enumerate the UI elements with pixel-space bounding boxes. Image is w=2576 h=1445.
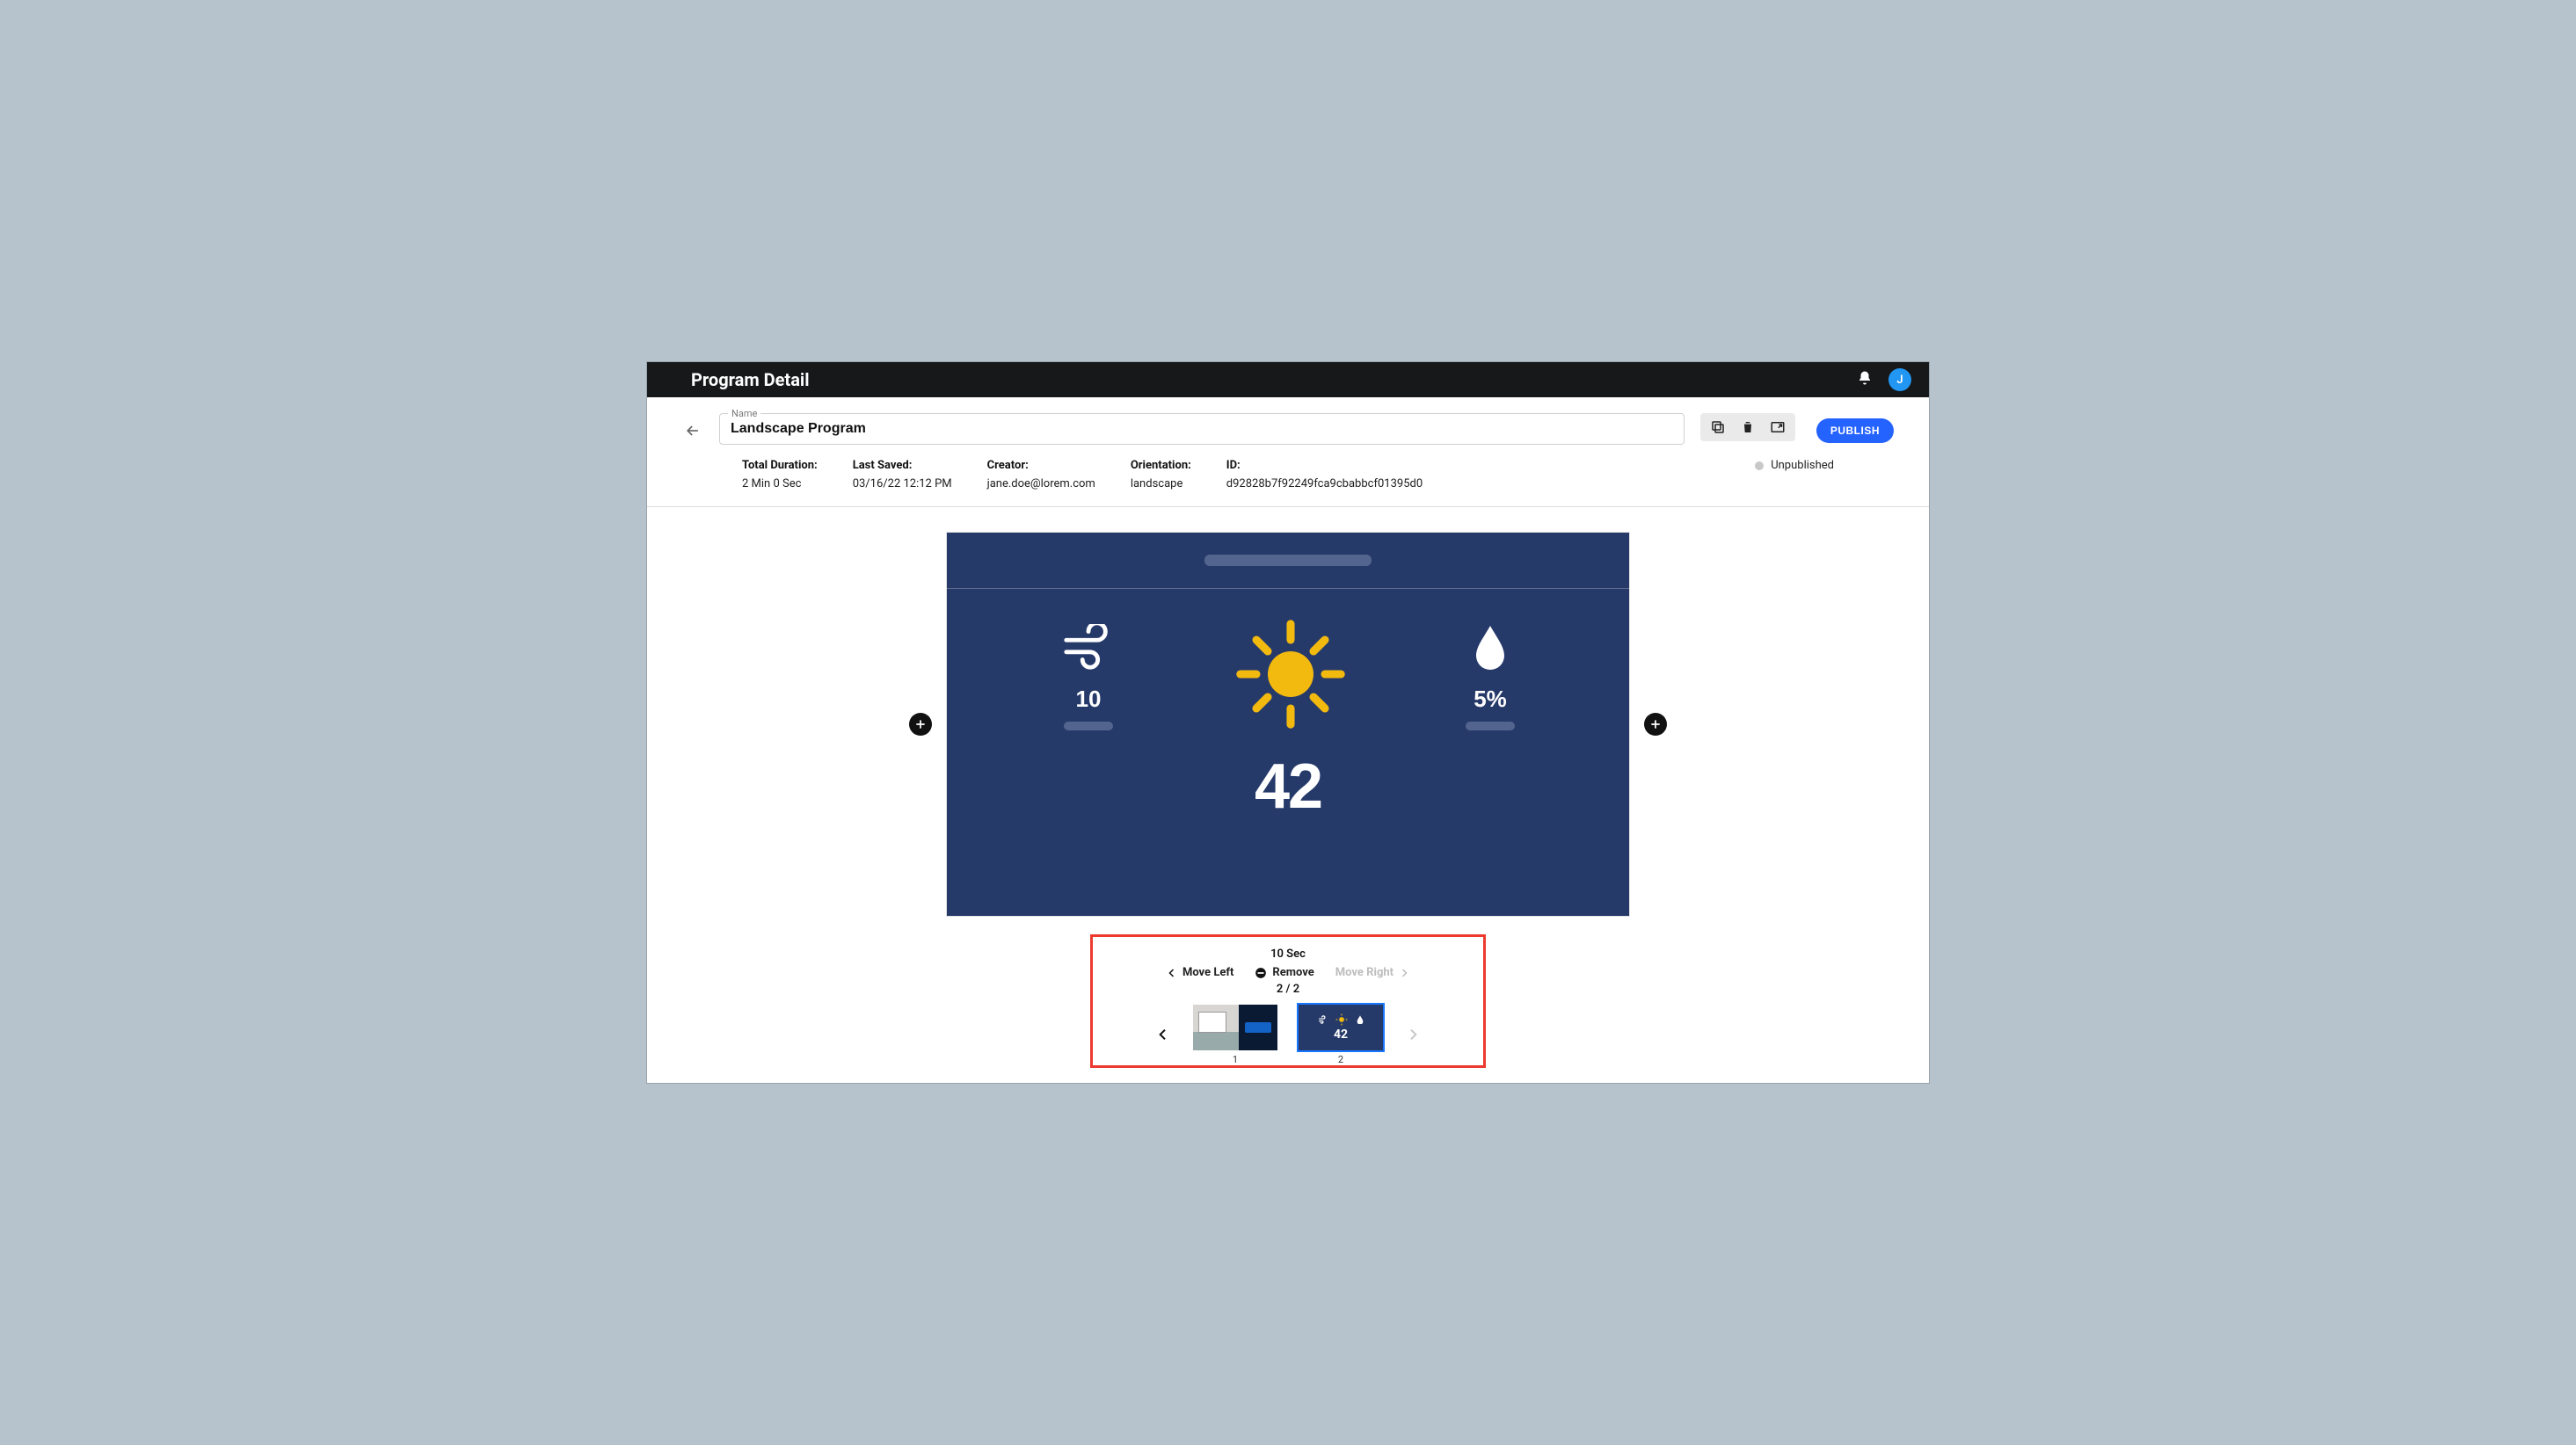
program-name-input[interactable] [719,413,1685,445]
fullscreen-button[interactable] [1765,415,1790,439]
thumbnail-2[interactable]: 42 2 [1297,1003,1385,1065]
main-area: 10 [647,507,1929,1083]
move-right-button: Move Right [1335,966,1409,979]
meta-creator: Creator: jane.doe@lorem.com [987,459,1095,490]
duplicate-button[interactable] [1706,415,1730,439]
meta-total-duration: Total Duration: 2 Min 0 Sec [742,459,818,490]
meta-orientation: Orientation: landscape [1131,459,1191,490]
sun-column [1233,617,1348,735]
humidity-column: 5% [1466,624,1515,730]
notifications-bell-icon[interactable] [1857,369,1873,390]
thumbnail-2-number: 2 [1338,1054,1343,1065]
slide-pager: 2 / 2 [1277,983,1299,996]
status-dot-icon [1755,461,1764,470]
weather-row: 10 [947,589,1629,735]
slide-preview[interactable]: 10 [946,532,1630,917]
slide-duration: 10 Sec [1270,948,1306,961]
status-text: Unpublished [1771,459,1834,472]
wind-icon [1061,624,1116,673]
slide-header [947,533,1629,589]
wind-value: 10 [1076,686,1102,713]
slide-controls: Move Left Remove Move Right [1167,966,1409,979]
page-title: Program Detail [691,369,809,390]
meta-id: ID: d92828b7f92249fca9cbabbcf01395d0 [1226,459,1423,490]
remove-slide-button[interactable]: Remove [1255,966,1313,979]
delete-button[interactable] [1736,415,1760,439]
thumbnail-1[interactable]: 1 [1191,1003,1279,1065]
user-avatar[interactable]: J [1888,368,1911,391]
meta-last-saved: Last Saved: 03/16/22 12:12 PM [853,459,952,490]
avatar-initial: J [1896,374,1903,387]
add-slide-before-button[interactable] [909,713,932,736]
app-frame: Program Detail J Name PUBLISH [646,361,1930,1084]
preview-row: 10 [909,532,1667,917]
temperature-value: 42 [947,751,1629,823]
thumbnail-1-preview [1193,1005,1277,1050]
thumbnail-2-preview: 42 [1299,1005,1383,1050]
thumbs-next-button [1402,1024,1423,1045]
humidity-value: 5% [1474,686,1507,713]
placeholder-bar [1064,722,1113,730]
program-name-label: Name [728,408,760,419]
thumbnail-panel: 10 Sec Move Left Remove Move Right 2 / 2 [1090,934,1486,1068]
wind-column: 10 [1061,624,1116,730]
thumbnail-strip: 1 42 2 [1153,1003,1423,1065]
droplet-icon [1473,624,1508,673]
header-action-group [1700,413,1795,441]
add-slide-after-button[interactable] [1644,713,1667,736]
placeholder-bar [1204,555,1372,566]
thumbs-prev-button[interactable] [1153,1024,1174,1045]
program-name-field: Name [719,413,1685,445]
publish-status: Unpublished [1755,459,1834,472]
metadata-row: Total Duration: 2 Min 0 Sec Last Saved: … [647,448,1929,507]
publish-button[interactable]: PUBLISH [1816,418,1894,443]
placeholder-bar [1466,722,1515,730]
header: Name PUBLISH [647,397,1929,448]
sun-icon [1233,617,1348,735]
back-button[interactable] [682,413,703,448]
topbar: Program Detail J [647,362,1929,397]
move-left-button[interactable]: Move Left [1167,966,1233,979]
thumbnail-1-number: 1 [1233,1054,1238,1065]
